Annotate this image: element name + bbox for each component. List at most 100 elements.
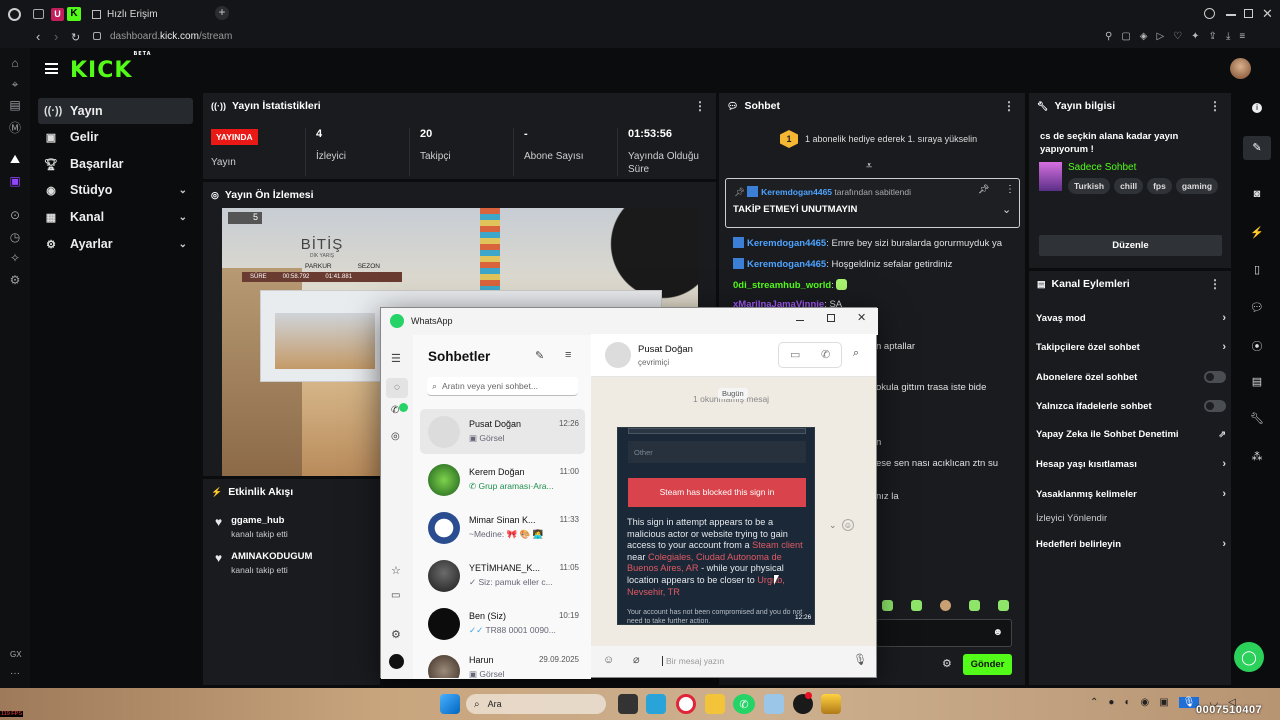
expand-chevron-icon[interactable]: ⌄: [1002, 203, 1011, 216]
chat-rail-icon[interactable]: 💬︎: [1250, 301, 1264, 315]
emote-icon[interactable]: [998, 600, 1009, 611]
list-rail-icon[interactable]: ▤: [1250, 375, 1264, 389]
wa-chat-item-mimar[interactable]: Mimar Sinan K... 11:33 ~Medine: 🎀 🎨 👩‍💻: [420, 505, 585, 550]
camera-rail-icon[interactable]: ◙: [1250, 188, 1264, 202]
wa-maximize-button[interactable]: [827, 314, 835, 322]
wrench-rail-icon[interactable]: 🔧︎: [1250, 412, 1264, 426]
monitor-app-icon[interactable]: [646, 694, 666, 714]
category-name[interactable]: Sadece Sohbet: [1068, 162, 1136, 173]
workspace-icon[interactable]: [33, 9, 44, 19]
reload-icon[interactable]: ↻: [71, 31, 80, 44]
action-goals[interactable]: Hedefleri belirleyin ›: [1036, 538, 1226, 550]
wa-attach-icon[interactable]: ⌀: [633, 653, 640, 666]
nav-item-ayarlar[interactable]: ⚙ Ayarlar ⌄: [38, 231, 193, 257]
more-options-icon[interactable]: ⋮: [1209, 277, 1221, 291]
sidebar-player-icon[interactable]: ⊙: [6, 206, 24, 224]
wa-filter-icon[interactable]: ≡: [565, 349, 571, 361]
nav-item-yayin[interactable]: ((·)) Yayın: [38, 98, 193, 124]
wa-menu-icon[interactable]: ☰: [391, 352, 401, 365]
taskview-icon[interactable]: [618, 694, 638, 714]
mountain-app-icon[interactable]: [821, 694, 841, 714]
tray-steam-icon[interactable]: ◉: [1140, 697, 1149, 708]
more-options-icon[interactable]: ⋮: [1005, 184, 1015, 195]
sidebar-twitch-icon[interactable]: ▣: [6, 172, 24, 190]
edit-button[interactable]: Düzenle: [1039, 235, 1222, 256]
more-options-icon[interactable]: ⋮: [1003, 99, 1015, 113]
wa-contact-avatar[interactable]: [605, 342, 631, 368]
puzzle-ext-icon[interactable]: ✦: [1191, 31, 1199, 42]
chat-user[interactable]: 0di_streamhub_world: [733, 280, 831, 291]
toggle-switch[interactable]: [1204, 400, 1226, 412]
url-field[interactable]: dashboard.kick.com/stream: [110, 31, 232, 42]
sidebar-shield-icon[interactable]: ⌖: [6, 75, 24, 93]
taskbar-search[interactable]: ⌕ Ara: [466, 694, 606, 714]
wa-settings-icon[interactable]: ⚙: [391, 628, 401, 641]
browser-search-icon[interactable]: [1204, 8, 1215, 19]
start-button-icon[interactable]: [440, 694, 460, 714]
sidebar-photo-icon[interactable]: ▤: [6, 96, 24, 114]
wa-status-icon[interactable]: ◎: [391, 431, 400, 442]
nav-item-kanal[interactable]: ▦ Kanal ⌄: [38, 204, 193, 230]
wa-chat-item-self[interactable]: Ben (Siz) 10:19 ✓✓ TR88 0001 0090...: [420, 601, 585, 646]
chat-user[interactable]: Keremdogan4465: [747, 238, 826, 249]
forward-icon[interactable]: ›: [54, 29, 58, 44]
wa-new-chat-icon[interactable]: ✎: [535, 349, 544, 362]
sidebar-m-icon[interactable]: Ⓜ: [6, 118, 24, 136]
wa-archive-icon[interactable]: ▭: [391, 590, 400, 601]
wa-chat-item-pusat[interactable]: Pusat Doğan 12:26 ▣ Görsel: [420, 409, 585, 454]
tray-app-icon[interactable]: ▣: [1159, 697, 1168, 708]
voice-call-icon[interactable]: ✆: [821, 348, 830, 361]
apps-rail-icon[interactable]: ⁂: [1250, 450, 1264, 464]
heart-ext-icon[interactable]: ♡: [1173, 31, 1182, 42]
action-account-age[interactable]: Hesap yaşı kısıtlaması ›: [1036, 458, 1226, 470]
opera-logo-icon[interactable]: [8, 8, 21, 21]
tag[interactable]: chill: [1114, 178, 1144, 194]
wa-search-input[interactable]: ⌕ Aratın veya yeni sohbet...: [427, 377, 578, 396]
action-host[interactable]: İzleyici Yönlendir: [1036, 513, 1226, 524]
green-chat-fab[interactable]: ◯: [1234, 642, 1264, 672]
tag[interactable]: fps: [1147, 178, 1172, 194]
minimize-button[interactable]: [1226, 14, 1236, 16]
send-button[interactable]: Gönder: [963, 654, 1012, 675]
extension-icons[interactable]: ⚲ ▢ ◈ ▷ ♡ ✦ ⇪ ⤓ ≡: [1105, 31, 1245, 42]
close-window-button[interactable]: ✕: [1262, 6, 1273, 22]
kick-logo[interactable]: KICKBETA: [70, 51, 151, 83]
tray-app-icon[interactable]: ●: [1108, 697, 1114, 708]
sidebar-extensions-icon[interactable]: ✧: [6, 249, 24, 267]
wa-minimize-button[interactable]: [796, 320, 804, 322]
wa-starred-icon[interactable]: ☆: [391, 564, 401, 577]
action-emote-only[interactable]: Yalnızca ifadelerle sohbet: [1036, 400, 1226, 412]
new-tab-button[interactable]: +: [215, 6, 229, 20]
sidebar-home-icon[interactable]: ⌂: [6, 54, 24, 72]
menu-ext-icon[interactable]: ≡: [1239, 31, 1245, 42]
bolt-rail-icon[interactable]: ⚡: [1250, 226, 1264, 240]
maximize-button[interactable]: [1244, 9, 1253, 18]
gift-leaderboard[interactable]: 1 1 abonelik hediye ederek 1. sıraya yük…: [780, 130, 977, 148]
category-thumbnail[interactable]: [1039, 162, 1062, 191]
sidebar-more-icon[interactable]: ···: [10, 668, 20, 679]
sidebar-history-icon[interactable]: ◷: [6, 228, 24, 246]
shield-ext-icon[interactable]: ◈: [1140, 31, 1148, 42]
file-explorer-icon[interactable]: [705, 694, 725, 714]
edit-icon-button[interactable]: ✎: [1243, 136, 1271, 160]
chat-user[interactable]: Keremdogan4465: [747, 259, 826, 270]
tag[interactable]: gaming: [1175, 178, 1219, 194]
emote-icon[interactable]: [882, 600, 893, 611]
action-subscribers-only[interactable]: Abonelere özel sohbet: [1036, 371, 1226, 383]
emote-icon[interactable]: [940, 600, 951, 611]
wa-contact-name[interactable]: Pusat Doğan: [638, 344, 693, 355]
wa-close-button[interactable]: ✕: [857, 311, 866, 324]
wa-message-menu-icon[interactable]: ⌄: [829, 520, 837, 531]
doc-rail-icon[interactable]: ▯: [1250, 263, 1264, 277]
emote-icon[interactable]: [911, 600, 922, 611]
wa-profile-avatar[interactable]: [389, 654, 404, 669]
video-call-icon[interactable]: ▭: [790, 348, 800, 361]
action-banned-words[interactable]: Yasaklanmış kelimeler ›: [1036, 488, 1226, 500]
wa-react-icon[interactable]: ☺: [842, 519, 854, 531]
hamburger-menu-icon[interactable]: [45, 63, 58, 74]
tray-app-icon[interactable]: ◐: [1124, 697, 1130, 708]
info-icon[interactable]: i: [1252, 103, 1262, 113]
toggle-switch[interactable]: [1204, 371, 1226, 383]
pinned-message[interactable]: 📌︎ Keremdogan4465 tarafından sabitlendi …: [725, 178, 1020, 228]
wa-conv-search-icon[interactable]: ⌕: [853, 347, 859, 360]
